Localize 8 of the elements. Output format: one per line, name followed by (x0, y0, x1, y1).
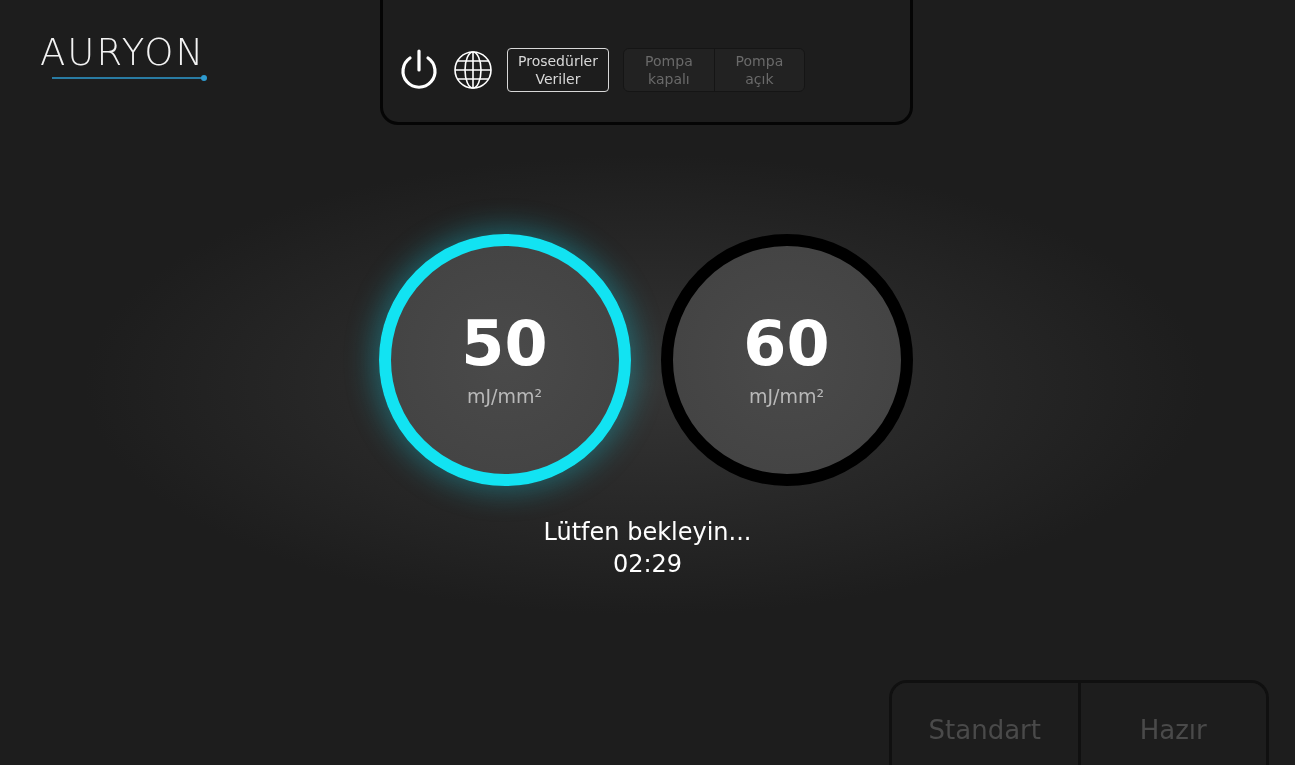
energy-dial-button[interactable]: 50 mJ/mm² (378, 234, 631, 486)
status-message: Lütfen bekleyin... (543, 517, 752, 548)
procedures-data-button[interactable]: Prosedürler Veriler (507, 47, 609, 93)
logo-text: AURYON (40, 34, 206, 71)
energy-dial-button[interactable]: 60 mJ/mm² (660, 234, 913, 486)
power-icon[interactable] (399, 48, 439, 92)
globe-icon[interactable] (453, 50, 493, 90)
countdown-timer: 02:29 (612, 549, 683, 581)
